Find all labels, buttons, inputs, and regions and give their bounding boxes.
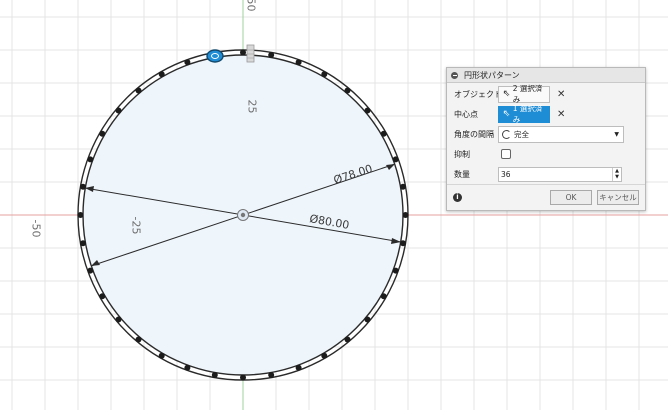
pattern-point[interactable] bbox=[80, 240, 86, 247]
center-value: 1 選択済み bbox=[512, 104, 543, 124]
step-down-icon[interactable]: ▼ bbox=[615, 174, 619, 180]
objects-row: オブジェクト ⇖ 2 選択済み ✕ bbox=[447, 84, 645, 104]
pattern-point[interactable] bbox=[321, 352, 328, 359]
objects-label: オブジェクト bbox=[454, 89, 502, 99]
pattern-point[interactable] bbox=[115, 107, 122, 114]
dialog-title: 円形状パターン bbox=[464, 70, 520, 80]
pattern-point[interactable] bbox=[99, 293, 106, 300]
angle-row: 角度の間隔 完全 ▼ bbox=[447, 125, 645, 143]
axis-label-left: -50 bbox=[29, 219, 43, 238]
pattern-point[interactable] bbox=[364, 316, 371, 323]
axis-label-circle-left: -25 bbox=[129, 216, 143, 235]
pattern-point[interactable] bbox=[158, 71, 165, 78]
quantity-value: 36 bbox=[501, 169, 511, 179]
manipulator-handle[interactable] bbox=[246, 44, 255, 63]
pattern-point[interactable] bbox=[158, 352, 165, 359]
quantity-label: 数量 bbox=[454, 169, 470, 179]
pattern-point[interactable] bbox=[400, 183, 406, 190]
pattern-point[interactable] bbox=[135, 87, 142, 94]
pattern-point[interactable] bbox=[80, 183, 86, 190]
pattern-point[interactable] bbox=[392, 267, 399, 274]
ok-button[interactable]: OK bbox=[550, 190, 592, 205]
suppress-row: 抑制 bbox=[447, 146, 645, 162]
pattern-point[interactable] bbox=[295, 364, 302, 371]
dialog-header[interactable]: 円形状パターン bbox=[447, 68, 645, 83]
pattern-point[interactable] bbox=[344, 336, 351, 343]
axis-label-top: 50 bbox=[244, 0, 258, 12]
cursor-icon: ⇖ bbox=[502, 109, 511, 119]
center-select-button[interactable]: ⇖ 1 選択済み bbox=[498, 104, 550, 124]
cancel-button[interactable]: キャンセル bbox=[597, 190, 639, 205]
pattern-point[interactable] bbox=[240, 49, 246, 56]
pattern-point[interactable] bbox=[392, 156, 399, 163]
objects-value: 2 選択済み bbox=[512, 84, 543, 104]
center-point-dot bbox=[240, 212, 246, 218]
divider bbox=[447, 184, 645, 185]
pattern-point[interactable] bbox=[184, 59, 191, 66]
clear-objects-icon[interactable]: ✕ bbox=[557, 89, 565, 100]
pattern-point[interactable] bbox=[211, 372, 218, 378]
axis-label-center-vertical: 25 bbox=[245, 99, 259, 114]
angle-spacing-select[interactable]: 完全 ▼ bbox=[498, 125, 624, 143]
angle-spacing-icon bbox=[502, 129, 511, 139]
pattern-point[interactable] bbox=[295, 59, 302, 66]
pattern-point[interactable] bbox=[268, 52, 275, 58]
pattern-point[interactable] bbox=[240, 374, 246, 381]
cursor-icon: ⇖ bbox=[502, 89, 511, 99]
selected-object-marker[interactable] bbox=[206, 49, 224, 63]
pattern-point[interactable] bbox=[77, 212, 84, 218]
dropdown-arrow-icon: ▼ bbox=[614, 130, 619, 138]
center-row: 中心点 ⇖ 1 選択済み ✕ bbox=[447, 104, 645, 124]
pattern-point[interactable] bbox=[135, 336, 142, 343]
pattern-point[interactable] bbox=[344, 87, 351, 94]
pattern-point[interactable] bbox=[380, 293, 387, 300]
pattern-point[interactable] bbox=[402, 212, 409, 218]
quantity-input[interactable]: 36 ▲ ▼ bbox=[498, 166, 622, 182]
suppress-checkbox[interactable] bbox=[501, 149, 511, 159]
pattern-point[interactable] bbox=[184, 364, 191, 371]
pattern-point[interactable] bbox=[364, 107, 371, 114]
suppress-label: 抑制 bbox=[454, 149, 470, 159]
pattern-point[interactable] bbox=[268, 372, 275, 378]
quantity-row: 数量 36 ▲ ▼ bbox=[447, 166, 645, 182]
pattern-point[interactable] bbox=[321, 71, 328, 78]
pattern-point[interactable] bbox=[87, 156, 94, 163]
center-label: 中心点 bbox=[454, 109, 478, 119]
circular-pattern-dialog: 円形状パターン オブジェクト ⇖ 2 選択済み ✕ 中心点 ⇖ 1 選択済み ✕… bbox=[446, 67, 646, 211]
info-icon[interactable]: i bbox=[453, 193, 462, 202]
clear-center-icon[interactable]: ✕ bbox=[557, 109, 565, 120]
objects-select-button[interactable]: ⇖ 2 選択済み bbox=[498, 84, 550, 104]
pattern-point[interactable] bbox=[400, 240, 406, 247]
angle-label: 角度の間隔 bbox=[454, 129, 494, 139]
pattern-point[interactable] bbox=[87, 267, 94, 274]
angle-value: 完全 bbox=[514, 129, 529, 139]
quantity-stepper[interactable]: ▲ ▼ bbox=[612, 167, 621, 181]
pattern-point[interactable] bbox=[115, 316, 122, 323]
collapse-icon[interactable] bbox=[451, 71, 458, 79]
pattern-point[interactable] bbox=[99, 130, 106, 137]
pattern-point[interactable] bbox=[380, 130, 387, 137]
